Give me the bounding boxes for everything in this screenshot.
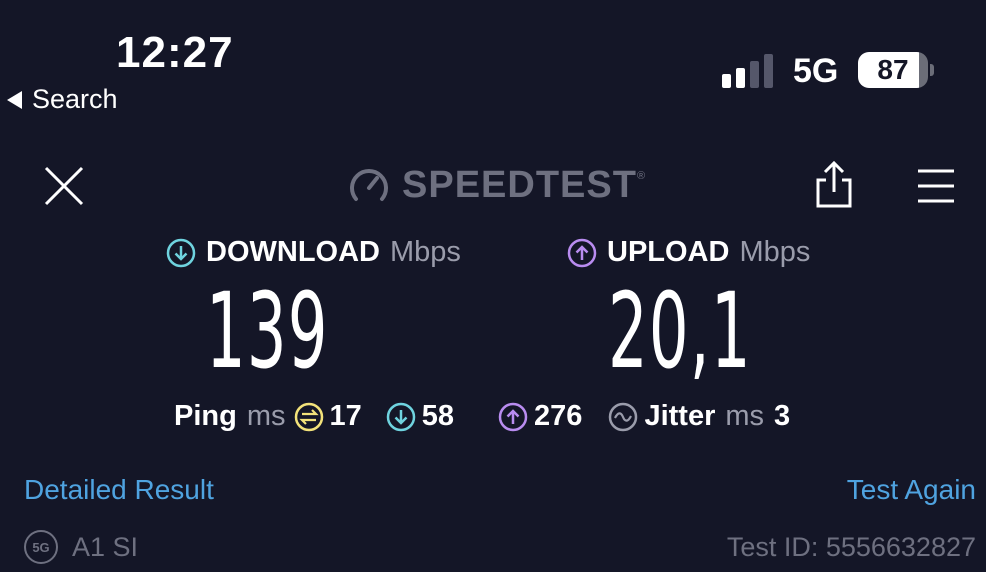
jitter-unit: ms <box>725 400 765 432</box>
logo-text: SPEEDTEST <box>402 164 637 206</box>
upload-ping-value: 276 <box>534 400 583 432</box>
test-again-link[interactable]: Test Again <box>847 474 976 506</box>
hamburger-menu-icon <box>918 169 954 203</box>
ping-unit: ms <box>246 400 286 432</box>
signal-bar <box>722 74 731 88</box>
server-info: 5G A1 SI <box>24 530 138 564</box>
share-icon <box>816 160 852 208</box>
upload-arrow-icon <box>567 238 597 267</box>
menu-button[interactable] <box>916 166 956 206</box>
jitter-value: 3 <box>774 400 791 432</box>
battery-level: 87 <box>858 52 928 88</box>
signal-bar <box>764 54 773 88</box>
latency-stats: Ping ms 17 58 276 Jitter ms 3 <box>174 400 790 433</box>
share-button[interactable] <box>814 160 854 210</box>
speedometer-icon <box>350 168 388 201</box>
speedtest-result-screen: 12:27 Search 5G 87 SPEEDTEST ® DOWNLOAD … <box>0 0 986 572</box>
download-label: DOWNLOAD <box>206 236 380 268</box>
back-to-search-button[interactable]: Search <box>6 84 118 115</box>
network-type: 5G <box>793 52 839 90</box>
download-unit: Mbps <box>389 236 461 268</box>
battery-indicator: 87 <box>858 52 934 88</box>
speedtest-logo: SPEEDTEST ® <box>348 164 645 207</box>
upload-unit: Mbps <box>739 236 811 268</box>
status-time: 12:27 <box>116 28 234 77</box>
back-triangle-icon <box>7 90 22 109</box>
cellular-signal-icon <box>722 52 773 88</box>
download-ping-value: 58 <box>421 400 455 432</box>
jitter-label: Jitter <box>644 400 716 432</box>
upload-header: UPLOAD Mbps <box>567 236 810 269</box>
idle-ping-icon <box>294 402 324 432</box>
detailed-result-link[interactable]: Detailed Result <box>24 474 214 506</box>
logo-trademark: ® <box>636 170 646 182</box>
ping-label: Ping <box>174 400 237 432</box>
close-icon <box>44 166 84 206</box>
battery-tip <box>930 64 934 76</box>
test-id: Test ID: 5556632827 <box>726 532 976 562</box>
download-value: 139 <box>206 270 329 392</box>
download-ping-icon <box>386 402 416 432</box>
jitter-icon <box>608 402 638 432</box>
download-arrow-icon <box>166 238 196 267</box>
signal-bar <box>736 68 745 88</box>
download-header: DOWNLOAD Mbps <box>166 236 461 269</box>
close-button[interactable] <box>42 164 86 208</box>
upload-value: 20,1 <box>608 270 752 392</box>
server-name: A1 SI <box>72 531 139 562</box>
signal-bar <box>750 61 759 88</box>
back-label: Search <box>32 84 118 114</box>
connection-type-badge: 5G <box>24 530 58 564</box>
upload-label: UPLOAD <box>607 236 730 268</box>
upload-ping-icon <box>498 402 528 432</box>
idle-ping-value: 17 <box>329 400 362 432</box>
